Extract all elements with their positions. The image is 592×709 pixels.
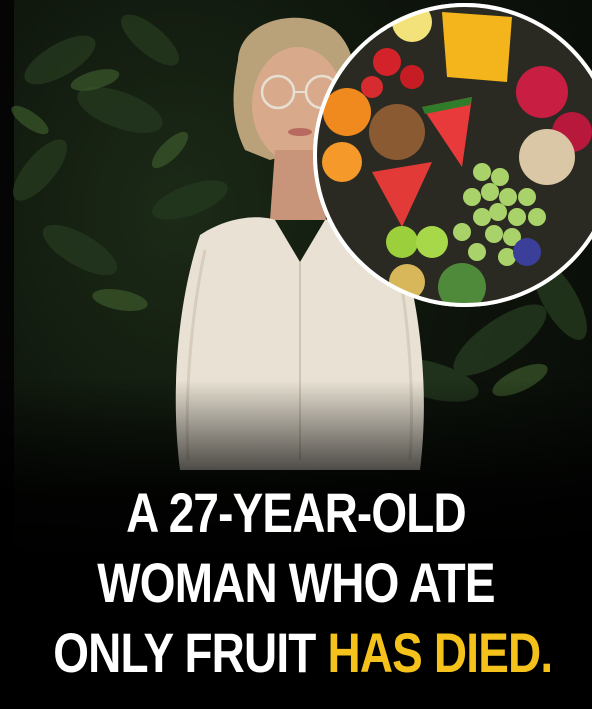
headline: A 27-YEAR-OLD WOMAN WHO ATE ONLY FRUIT H… <box>53 478 553 688</box>
fruit-platter-circle <box>313 3 592 307</box>
headline-line-3-start: ONLY FRUIT <box>53 621 328 684</box>
headline-line-2: WOMAN WHO ATE <box>97 551 495 614</box>
headline-line-3: ONLY FRUIT HAS DIED. <box>53 618 553 688</box>
post-image: A 27-YEAR-OLD WOMAN WHO ATE ONLY FRUIT H… <box>0 0 592 709</box>
headline-line-1: A 27-YEAR-OLD <box>126 481 467 544</box>
headline-accent-text: HAS DIED. <box>327 621 553 684</box>
